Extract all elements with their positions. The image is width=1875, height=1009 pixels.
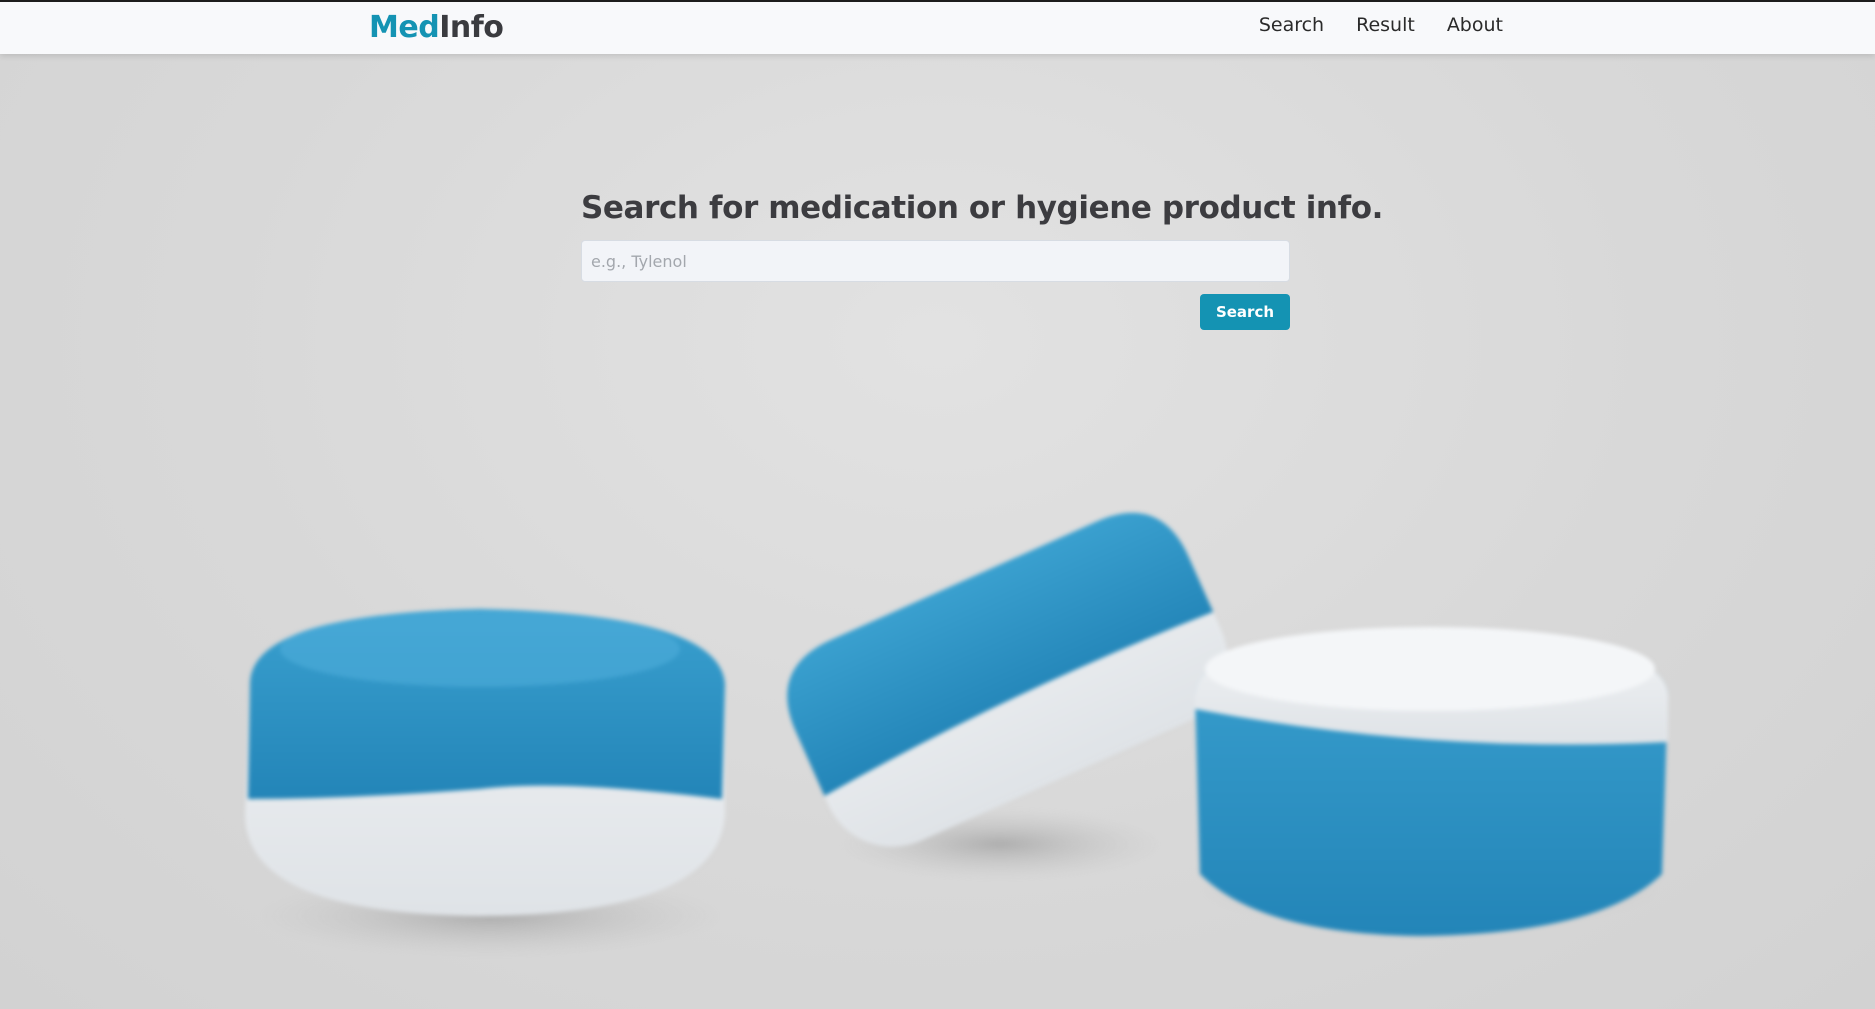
nav-link-result[interactable]: Result: [1356, 14, 1415, 36]
pill-right: [1195, 627, 1668, 936]
nav-link-search[interactable]: Search: [1259, 14, 1324, 36]
brand-info: Info: [439, 10, 504, 45]
page-title: Search for medication or hygiene product…: [581, 190, 1383, 226]
search-button[interactable]: Search: [1200, 294, 1290, 330]
nav-link-about[interactable]: About: [1447, 14, 1503, 36]
brand-med: Med: [369, 10, 440, 45]
nav-links: Search Result About: [1259, 14, 1503, 36]
navbar: MedInfo Search Result About: [0, 2, 1875, 54]
search-input[interactable]: [581, 240, 1290, 282]
pill-left: [245, 609, 725, 916]
search-section: Search for medication or hygiene product…: [581, 190, 1383, 330]
brand-logo-link[interactable]: MedInfo: [369, 10, 504, 45]
